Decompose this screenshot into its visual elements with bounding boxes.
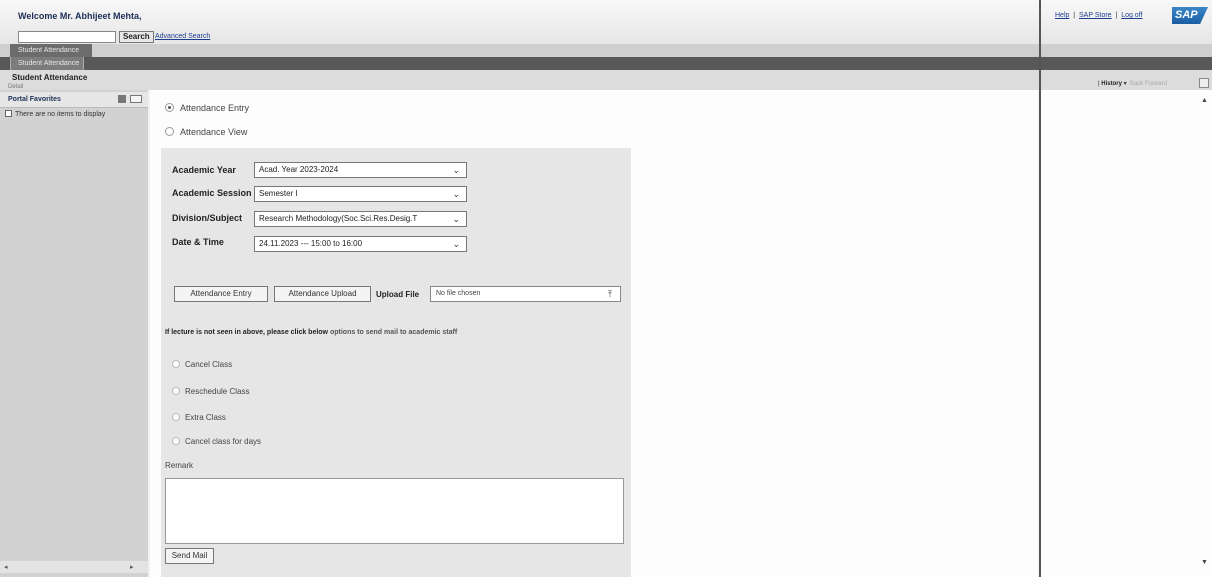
notice-text: If lecture is not seen in above, please … bbox=[165, 329, 329, 336]
file-upload-input[interactable]: No file chosen ⤒ bbox=[430, 286, 621, 302]
remark-label: Remark bbox=[165, 461, 194, 470]
attendance-view-option[interactable]: Attendance View bbox=[165, 127, 247, 137]
chevron-down-icon: ⌄ bbox=[452, 189, 460, 199]
division-subject-value: Research Methodology(Soc.Sci.Res.Desig.T bbox=[259, 214, 418, 223]
attendance-view-label: Attendance View bbox=[180, 127, 248, 137]
search-input[interactable] bbox=[18, 31, 116, 43]
welcome-text: Welcome Mr. Abhijeet Mehta, bbox=[18, 11, 142, 21]
upload-file-label: Upload File bbox=[376, 290, 420, 299]
division-subject-select[interactable]: Research Methodology(Soc.Sci.Res.Desig.T… bbox=[254, 211, 467, 227]
tab-student-attendance[interactable]: Student Attendance bbox=[10, 44, 92, 57]
attendance-entry-button[interactable]: Attendance Entry bbox=[174, 286, 268, 302]
log-off-link[interactable]: Log off bbox=[1121, 12, 1142, 19]
attendance-upload-button[interactable]: Attendance Upload bbox=[274, 286, 371, 302]
academic-year-label: Academic Year bbox=[172, 165, 236, 175]
help-link[interactable]: Help bbox=[1055, 12, 1069, 19]
favorites-menu-icon[interactable] bbox=[118, 95, 126, 103]
radio-icon[interactable] bbox=[172, 360, 180, 368]
top-level-navigation: Student Attendance bbox=[0, 44, 1212, 57]
file-placeholder: No file chosen bbox=[436, 290, 481, 297]
date-time-value: 24.11.2023 --- 15:00 to 16:00 bbox=[259, 239, 363, 248]
header-links: Help | SAP Store | Log off bbox=[1055, 12, 1142, 19]
cancel-class-option[interactable]: Cancel Class bbox=[172, 360, 232, 369]
second-level-navigation: Student Attendance bbox=[0, 57, 1212, 70]
empty-message: There are no items to display bbox=[15, 111, 106, 118]
window-divider bbox=[1039, 0, 1041, 577]
history-nav: | History ▾ Back Forward bbox=[1098, 80, 1167, 87]
favorites-empty-row: There are no items to display bbox=[5, 110, 105, 118]
mail-notice: If lecture is not seen in above, please … bbox=[165, 329, 457, 336]
back-button[interactable]: Back bbox=[1130, 81, 1143, 87]
scroll-up-icon[interactable]: ▲ bbox=[1201, 97, 1208, 104]
separator: | bbox=[1098, 81, 1100, 87]
scroll-left-icon[interactable]: ◂ bbox=[4, 563, 8, 571]
chevron-down-icon: ⌄ bbox=[452, 214, 460, 224]
favorites-title: Portal Favorites bbox=[8, 96, 61, 103]
academic-session-value: Semester I bbox=[259, 189, 298, 198]
page-title-bar bbox=[0, 70, 1212, 90]
reschedule-class-option[interactable]: Reschedule Class bbox=[172, 387, 249, 396]
forward-button[interactable]: Forward bbox=[1145, 81, 1167, 87]
upload-icon[interactable]: ⤒ bbox=[608, 287, 612, 301]
academic-session-label: Academic Session bbox=[172, 188, 252, 198]
chevron-down-icon: ⌄ bbox=[452, 165, 460, 175]
date-time-label: Date & Time bbox=[172, 237, 224, 247]
page-title: Student Attendance bbox=[12, 73, 88, 82]
sidebar-scrollbar[interactable] bbox=[0, 561, 148, 573]
radio-icon[interactable] bbox=[172, 387, 180, 395]
sidebar bbox=[0, 90, 148, 577]
scroll-down-icon[interactable]: ▼ bbox=[1201, 559, 1208, 566]
division-subject-label: Division/Subject bbox=[172, 213, 243, 223]
radio-icon[interactable] bbox=[165, 127, 174, 136]
academic-year-value: Acad. Year 2023-2024 bbox=[259, 165, 339, 174]
history-button[interactable]: History bbox=[1101, 81, 1122, 87]
attendance-entry-label: Attendance Entry bbox=[180, 103, 250, 113]
reschedule-class-label: Reschedule Class bbox=[185, 387, 250, 396]
radio-icon[interactable] bbox=[172, 413, 180, 421]
extra-class-option[interactable]: Extra Class bbox=[172, 413, 226, 422]
cancel-class-days-label: Cancel class for days bbox=[185, 437, 262, 446]
send-mail-button[interactable]: Send Mail bbox=[165, 548, 214, 564]
right-pane bbox=[1041, 90, 1212, 577]
favorites-minimize-icon[interactable] bbox=[130, 95, 142, 103]
link-separator: | bbox=[1073, 12, 1076, 19]
radio-icon[interactable] bbox=[172, 437, 180, 445]
sap-store-link[interactable]: SAP Store bbox=[1079, 12, 1112, 19]
attendance-entry-option[interactable]: Attendance Entry bbox=[165, 103, 249, 113]
notice-text-continued: options to send mail to academic staff bbox=[329, 329, 458, 336]
extra-class-label: Extra Class bbox=[185, 413, 226, 422]
academic-year-select[interactable]: Acad. Year 2023-2024 ⌄ bbox=[254, 162, 467, 178]
link-separator: | bbox=[1115, 12, 1118, 19]
item-icon bbox=[5, 110, 12, 117]
cancel-class-label: Cancel Class bbox=[185, 360, 233, 369]
scroll-right-icon[interactable]: ▸ bbox=[130, 563, 134, 571]
date-time-select[interactable]: 24.11.2023 --- 15:00 to 16:00 ⌄ bbox=[254, 236, 467, 252]
page-menu-icon[interactable] bbox=[1199, 78, 1209, 88]
cancel-class-days-option[interactable]: Cancel class for days bbox=[172, 437, 261, 446]
remark-textarea[interactable] bbox=[165, 478, 624, 544]
chevron-down-icon: ⌄ bbox=[452, 239, 460, 249]
academic-session-select[interactable]: Semester I ⌄ bbox=[254, 186, 467, 202]
radio-selected-icon[interactable] bbox=[165, 103, 174, 112]
subtab-student-attendance[interactable]: Student Attendance bbox=[10, 57, 84, 70]
search-button[interactable]: Search bbox=[119, 31, 154, 43]
advanced-search-link[interactable]: Advanced Search bbox=[155, 33, 210, 40]
chevron-down-icon: ▾ bbox=[1123, 81, 1127, 87]
